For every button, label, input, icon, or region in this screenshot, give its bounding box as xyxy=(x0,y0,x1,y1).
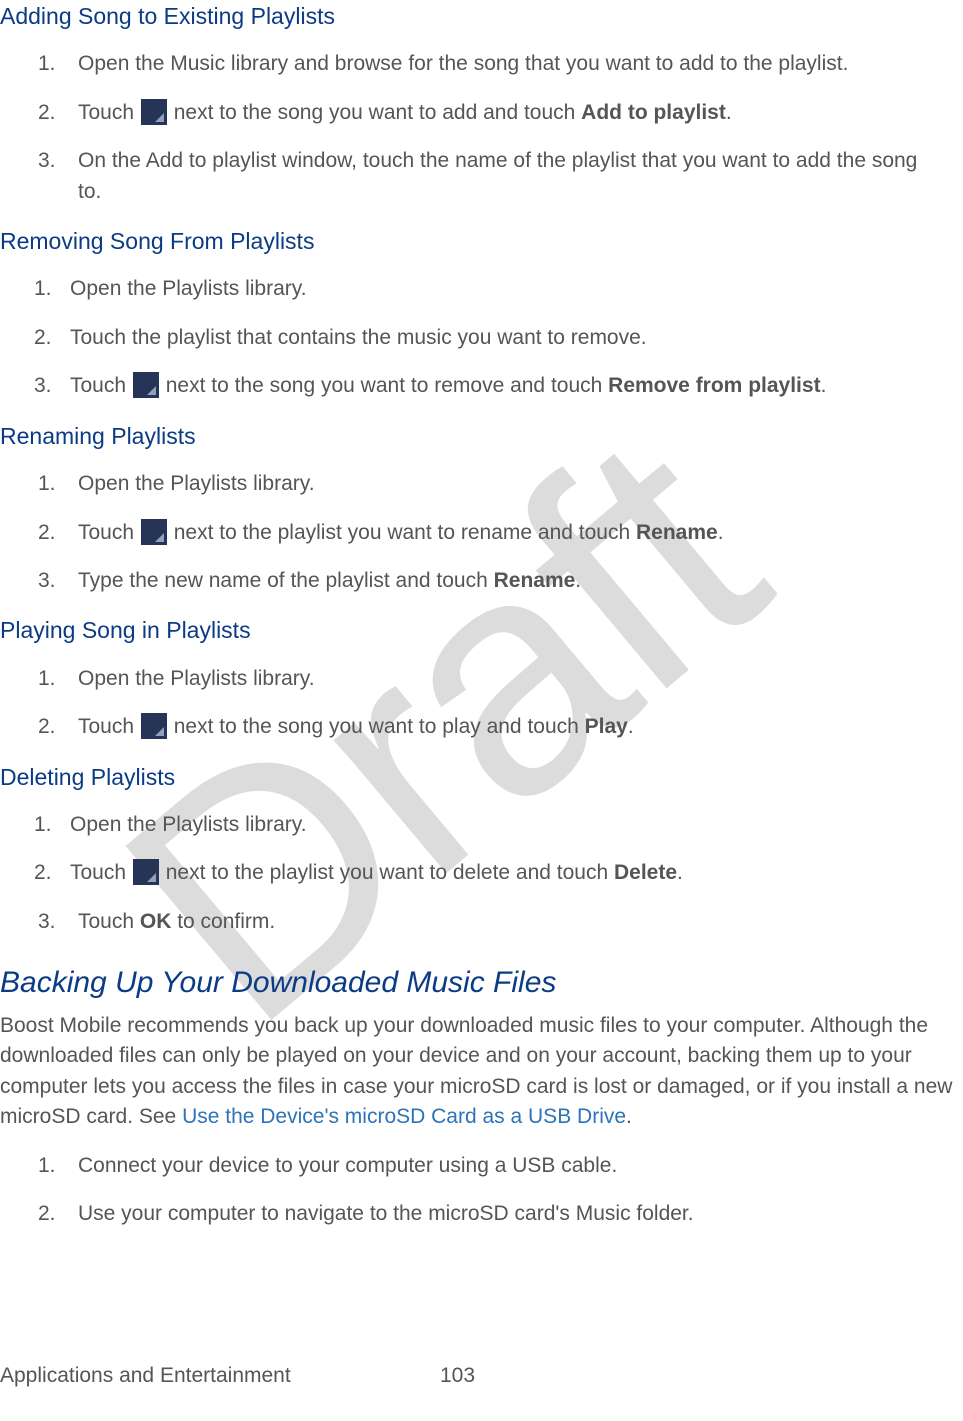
step-text: Touch xyxy=(78,101,140,124)
step-text: Open the Playlists library. xyxy=(78,667,315,690)
number-marker: 2. xyxy=(34,858,52,888)
bold-action: Delete xyxy=(614,861,677,884)
list-item: 3. On the Add to playlist window, touch … xyxy=(0,146,963,207)
list-item: 2. Use your computer to navigate to the … xyxy=(0,1199,963,1229)
step-text: . xyxy=(726,101,732,124)
step-text: Touch xyxy=(78,910,140,933)
number-marker: 2. xyxy=(38,712,56,742)
number-marker: 1. xyxy=(38,1151,56,1181)
step-text: Touch xyxy=(70,861,132,884)
heading-removing-song: Removing Song From Playlists xyxy=(0,225,963,258)
menu-icon xyxy=(141,99,167,125)
number-marker: 2. xyxy=(34,323,52,353)
list-item: 2. Touch next to the playlist you want t… xyxy=(0,518,963,548)
step-text: Connect your device to your computer usi… xyxy=(78,1154,617,1177)
step-text: next to the song you want to add and tou… xyxy=(168,101,581,124)
number-marker: 1. xyxy=(38,664,56,694)
number-marker: 3. xyxy=(34,371,52,401)
number-marker: 3. xyxy=(38,566,56,596)
step-text: Open the Music library and browse for th… xyxy=(78,52,848,75)
bold-action: OK xyxy=(140,910,172,933)
number-marker: 2. xyxy=(38,518,56,548)
number-marker: 1. xyxy=(38,469,56,499)
heading-adding-song: Adding Song to Existing Playlists xyxy=(0,0,963,33)
list-item: 1. Open the Playlists library. xyxy=(0,664,963,694)
number-marker: 1. xyxy=(38,49,56,79)
step-text: Open the Playlists library. xyxy=(70,813,307,836)
step-text: next to the playlist you want to rename … xyxy=(168,521,636,544)
list-item: 1. Open the Music library and browse for… xyxy=(0,49,963,79)
step-text: next to the song you want to play and to… xyxy=(168,715,585,738)
step-text: . xyxy=(821,374,827,397)
step-text: Use your computer to navigate to the mic… xyxy=(78,1202,694,1225)
step-text: Open the Playlists library. xyxy=(70,277,307,300)
heading-deleting: Deleting Playlists xyxy=(0,761,963,794)
menu-icon xyxy=(141,519,167,545)
menu-icon xyxy=(133,859,159,885)
footer-page-number: 103 xyxy=(440,1361,475,1391)
bold-action: Rename xyxy=(636,521,718,544)
heading-playing: Playing Song in Playlists xyxy=(0,614,963,647)
usb-drive-link[interactable]: Use the Device's microSD Card as a USB D… xyxy=(182,1105,626,1128)
step-text: Touch xyxy=(70,374,132,397)
list-item: 1. Open the Playlists library. xyxy=(0,469,963,499)
para-text: . xyxy=(626,1105,632,1128)
step-text: Touch xyxy=(78,715,140,738)
bold-action: Play xyxy=(585,715,628,738)
list-item: 2. Touch next to the song you want to pl… xyxy=(0,712,963,742)
number-marker: 1. xyxy=(34,810,52,840)
number-marker: 2. xyxy=(38,1199,56,1229)
page-footer: Applications and Entertainment 103 xyxy=(0,1361,963,1391)
step-text: next to the song you want to remove and … xyxy=(160,374,608,397)
step-text: Open the Playlists library. xyxy=(78,472,315,495)
step-text: . xyxy=(718,521,724,544)
step-text: . xyxy=(628,715,634,738)
list-item: 1. Open the Playlists library. xyxy=(0,810,963,840)
step-text: Touch the playlist that contains the mus… xyxy=(70,326,647,349)
step-text: to confirm. xyxy=(171,910,275,933)
menu-icon xyxy=(141,713,167,739)
list-item: 3. Touch next to the song you want to re… xyxy=(0,371,963,401)
list-item: 2. Touch the playlist that contains the … xyxy=(0,323,963,353)
list-item: 2. Touch next to the song you want to ad… xyxy=(0,98,963,128)
bold-action: Add to playlist xyxy=(581,101,726,124)
number-marker: 1. xyxy=(34,274,52,304)
heading-backing-up: Backing Up Your Downloaded Music Files xyxy=(0,961,963,1005)
list-item: 1. Connect your device to your computer … xyxy=(0,1151,963,1181)
menu-icon xyxy=(133,372,159,398)
step-text: next to the playlist you want to delete … xyxy=(160,861,614,884)
bold-action: Remove from playlist xyxy=(608,374,820,397)
step-text: . xyxy=(677,861,683,884)
list-item: 3. Type the new name of the playlist and… xyxy=(0,566,963,596)
number-marker: 2. xyxy=(38,98,56,128)
list-item: 2. Touch next to the playlist you want t… xyxy=(0,858,963,888)
number-marker: 3. xyxy=(38,146,56,176)
backup-paragraph: Boost Mobile recommends you back up your… xyxy=(0,1011,963,1133)
footer-chapter: Applications and Entertainment xyxy=(0,1361,291,1391)
list-item: 3. Touch OK to confirm. xyxy=(0,907,963,937)
number-marker: 3. xyxy=(38,907,56,937)
list-item: 1. Open the Playlists library. xyxy=(0,274,963,304)
step-text: On the Add to playlist window, touch the… xyxy=(78,149,917,202)
bold-action: Rename xyxy=(494,569,576,592)
heading-renaming: Renaming Playlists xyxy=(0,420,963,453)
step-text: . xyxy=(575,569,581,592)
step-text: Type the new name of the playlist and to… xyxy=(78,569,494,592)
step-text: Touch xyxy=(78,521,140,544)
